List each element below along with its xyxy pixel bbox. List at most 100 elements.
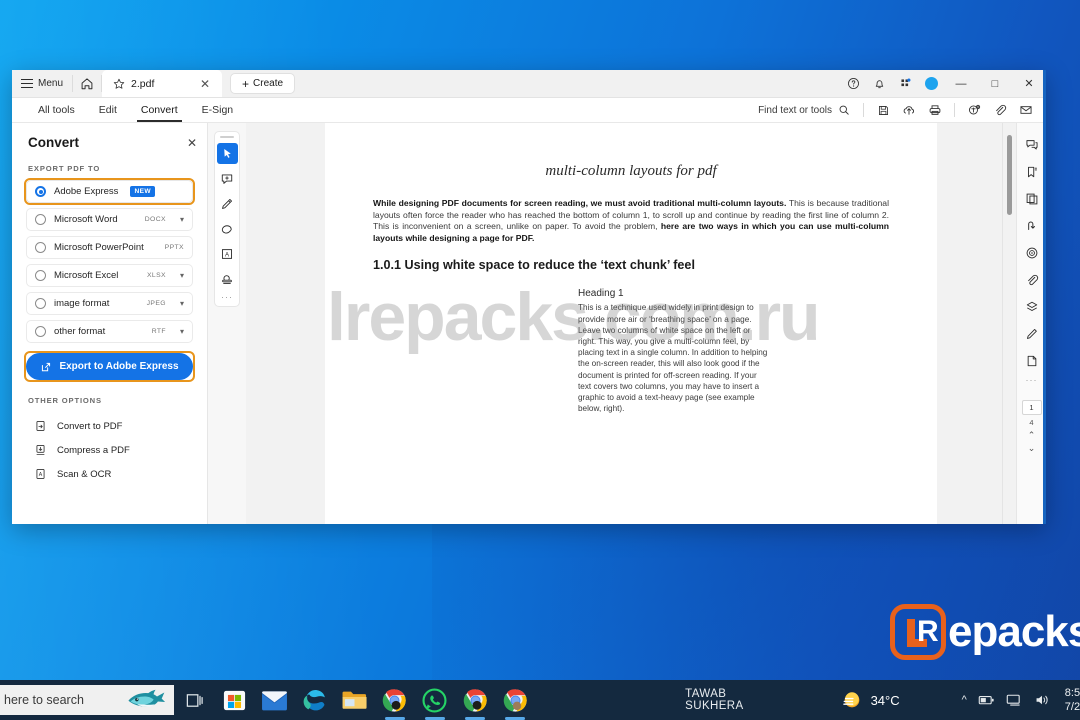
google-chrome-button-3[interactable] bbox=[495, 680, 535, 720]
menu-button[interactable]: Menu bbox=[12, 70, 72, 97]
edit-pdf-button[interactable] bbox=[1020, 322, 1044, 346]
organize-pages-button[interactable] bbox=[1020, 214, 1044, 238]
tool-add-text-box[interactable]: A bbox=[217, 243, 238, 264]
menu-item-convert[interactable]: Convert bbox=[129, 98, 190, 122]
tool-select-cursor[interactable] bbox=[216, 143, 238, 164]
export-option-other-format[interactable]: other format RTF ▾ bbox=[26, 320, 193, 343]
home-button[interactable] bbox=[73, 70, 101, 97]
export-option-adobe-express[interactable]: Adobe Express NEW bbox=[26, 180, 193, 203]
upload-cloud-button[interactable] bbox=[897, 98, 921, 123]
radio-microsoft-excel[interactable] bbox=[35, 270, 46, 281]
star-icon bbox=[113, 78, 125, 89]
system-tray: ^ bbox=[962, 693, 1051, 707]
scan-ocr-icon: A bbox=[36, 469, 45, 479]
export-to-adobe-express-button[interactable]: Export to Adobe Express bbox=[26, 353, 193, 380]
tool-highlight-lasso[interactable] bbox=[217, 218, 238, 239]
share-button[interactable] bbox=[962, 98, 986, 123]
battery-icon[interactable] bbox=[978, 693, 995, 707]
comments-panel-button[interactable] bbox=[1020, 133, 1044, 157]
network-icon[interactable] bbox=[1006, 693, 1023, 707]
bookmarks-button[interactable] bbox=[1020, 160, 1044, 184]
attach-button[interactable] bbox=[988, 98, 1012, 123]
chevron-down-icon-4[interactable]: ▾ bbox=[180, 299, 184, 308]
notifications-button[interactable] bbox=[866, 70, 892, 98]
scrollbar-thumb[interactable] bbox=[1007, 135, 1012, 215]
page-thumbnails-button[interactable] bbox=[1020, 187, 1044, 211]
minimize-button[interactable]: — bbox=[944, 70, 978, 98]
previous-page-button[interactable]: ⌃ bbox=[1028, 430, 1036, 440]
create-button[interactable]: + Create bbox=[230, 73, 296, 94]
radio-other-format[interactable] bbox=[35, 326, 46, 337]
tool-rail-grip[interactable] bbox=[220, 136, 234, 138]
attachments-button[interactable] bbox=[1020, 268, 1044, 292]
draw-pen-icon bbox=[222, 198, 233, 209]
right-rail-more-button[interactable]: ··· bbox=[1026, 376, 1038, 385]
export-option-microsoft-word[interactable]: Microsoft Word DOCX ▾ bbox=[26, 208, 193, 231]
print-icon bbox=[929, 105, 941, 115]
microsoft-edge-button[interactable] bbox=[295, 680, 335, 720]
other-option-compress-a-pdf[interactable]: Compress a PDF bbox=[12, 438, 207, 462]
menu-item-all-tools[interactable]: All tools bbox=[26, 98, 87, 122]
next-page-button[interactable]: ⌄ bbox=[1028, 443, 1036, 453]
close-tab-button[interactable]: ✕ bbox=[198, 77, 212, 91]
whatsapp-button[interactable] bbox=[415, 680, 455, 720]
radio-microsoft-word[interactable] bbox=[35, 214, 46, 225]
menu-divider-2 bbox=[954, 103, 955, 117]
layers-button[interactable] bbox=[1020, 295, 1044, 319]
lrepacks-logo-mark: R bbox=[890, 604, 946, 660]
redact-button[interactable] bbox=[1020, 241, 1044, 265]
show-hidden-icons-button[interactable]: ^ bbox=[962, 694, 967, 706]
taskbar-weather[interactable]: 34°C bbox=[840, 689, 900, 711]
stamp-icon bbox=[222, 274, 232, 284]
account-avatar-button[interactable] bbox=[918, 70, 944, 98]
find-text-or-tools[interactable]: Find text or tools bbox=[758, 104, 856, 116]
chevron-down-icon-1[interactable]: ▾ bbox=[180, 215, 184, 224]
close-window-button[interactable]: ✕ bbox=[1012, 70, 1046, 98]
other-option-convert-to-pdf[interactable]: Convert to PDF bbox=[12, 414, 207, 438]
annotation-tool-rail: A ··· bbox=[208, 123, 246, 524]
email-button[interactable] bbox=[1014, 98, 1038, 123]
maximize-button[interactable]: □ bbox=[978, 70, 1012, 98]
mail-button[interactable] bbox=[255, 680, 295, 720]
chevron-down-icon-5[interactable]: ▾ bbox=[180, 327, 184, 336]
save-button[interactable] bbox=[871, 98, 895, 123]
current-page-input[interactable]: 1 bbox=[1021, 400, 1042, 415]
tool-add-comment[interactable] bbox=[217, 168, 238, 189]
menu-item-edit[interactable]: Edit bbox=[87, 98, 129, 122]
tool-menu-strip: All tools Edit Convert E-Sign Find text … bbox=[12, 98, 1046, 123]
document-vertical-scrollbar[interactable] bbox=[1002, 123, 1015, 524]
export-option-microsoft-excel[interactable]: Microsoft Excel XLSX ▾ bbox=[26, 264, 193, 287]
volume-icon[interactable] bbox=[1034, 693, 1051, 707]
tool-rail-more-button[interactable]: ··· bbox=[221, 293, 233, 302]
document-viewport[interactable]: multi-column layouts for pdf While desig… bbox=[246, 123, 1016, 524]
export-option-image-format[interactable]: image format JPEG ▾ bbox=[26, 292, 193, 315]
other-option-scan-and-ocr[interactable]: A Scan & OCR bbox=[12, 462, 207, 486]
other-option-label-1: Compress a PDF bbox=[57, 444, 130, 456]
chevron-down-icon-3[interactable]: ▾ bbox=[180, 271, 184, 280]
radio-adobe-express[interactable] bbox=[35, 186, 46, 197]
tool-stamp[interactable] bbox=[217, 268, 238, 289]
taskbar-clock[interactable]: 8:5 7/2 bbox=[1065, 686, 1080, 714]
upload-cloud-icon bbox=[903, 106, 914, 115]
export-option-label-0: Adobe Express bbox=[54, 186, 119, 197]
close-convert-panel-button[interactable]: ✕ bbox=[187, 136, 197, 150]
document-tab[interactable]: 2.pdf ✕ bbox=[102, 70, 223, 97]
apps-grid-button[interactable] bbox=[892, 70, 918, 98]
file-explorer-button[interactable] bbox=[335, 680, 375, 720]
taskbar-search-box[interactable]: here to search bbox=[0, 685, 175, 715]
task-view-icon bbox=[186, 693, 203, 707]
task-view-button[interactable] bbox=[174, 680, 214, 720]
microsoft-store-button[interactable] bbox=[215, 680, 255, 720]
google-chrome-button-2[interactable] bbox=[455, 680, 495, 720]
radio-image-format[interactable] bbox=[35, 298, 46, 309]
total-pages-label: 4 bbox=[1029, 418, 1034, 427]
tool-draw-pen[interactable] bbox=[217, 193, 238, 214]
print-button[interactable] bbox=[923, 98, 947, 123]
help-button[interactable] bbox=[840, 70, 866, 98]
google-chrome-button-1[interactable] bbox=[375, 680, 415, 720]
menu-item-esign[interactable]: E-Sign bbox=[190, 98, 246, 122]
radio-microsoft-powerpoint[interactable] bbox=[35, 242, 46, 253]
pdf-page: multi-column layouts for pdf While desig… bbox=[325, 123, 937, 524]
export-option-microsoft-powerpoint[interactable]: Microsoft PowerPoint PPTX bbox=[26, 236, 193, 259]
export-pdf-button[interactable] bbox=[1020, 349, 1044, 373]
